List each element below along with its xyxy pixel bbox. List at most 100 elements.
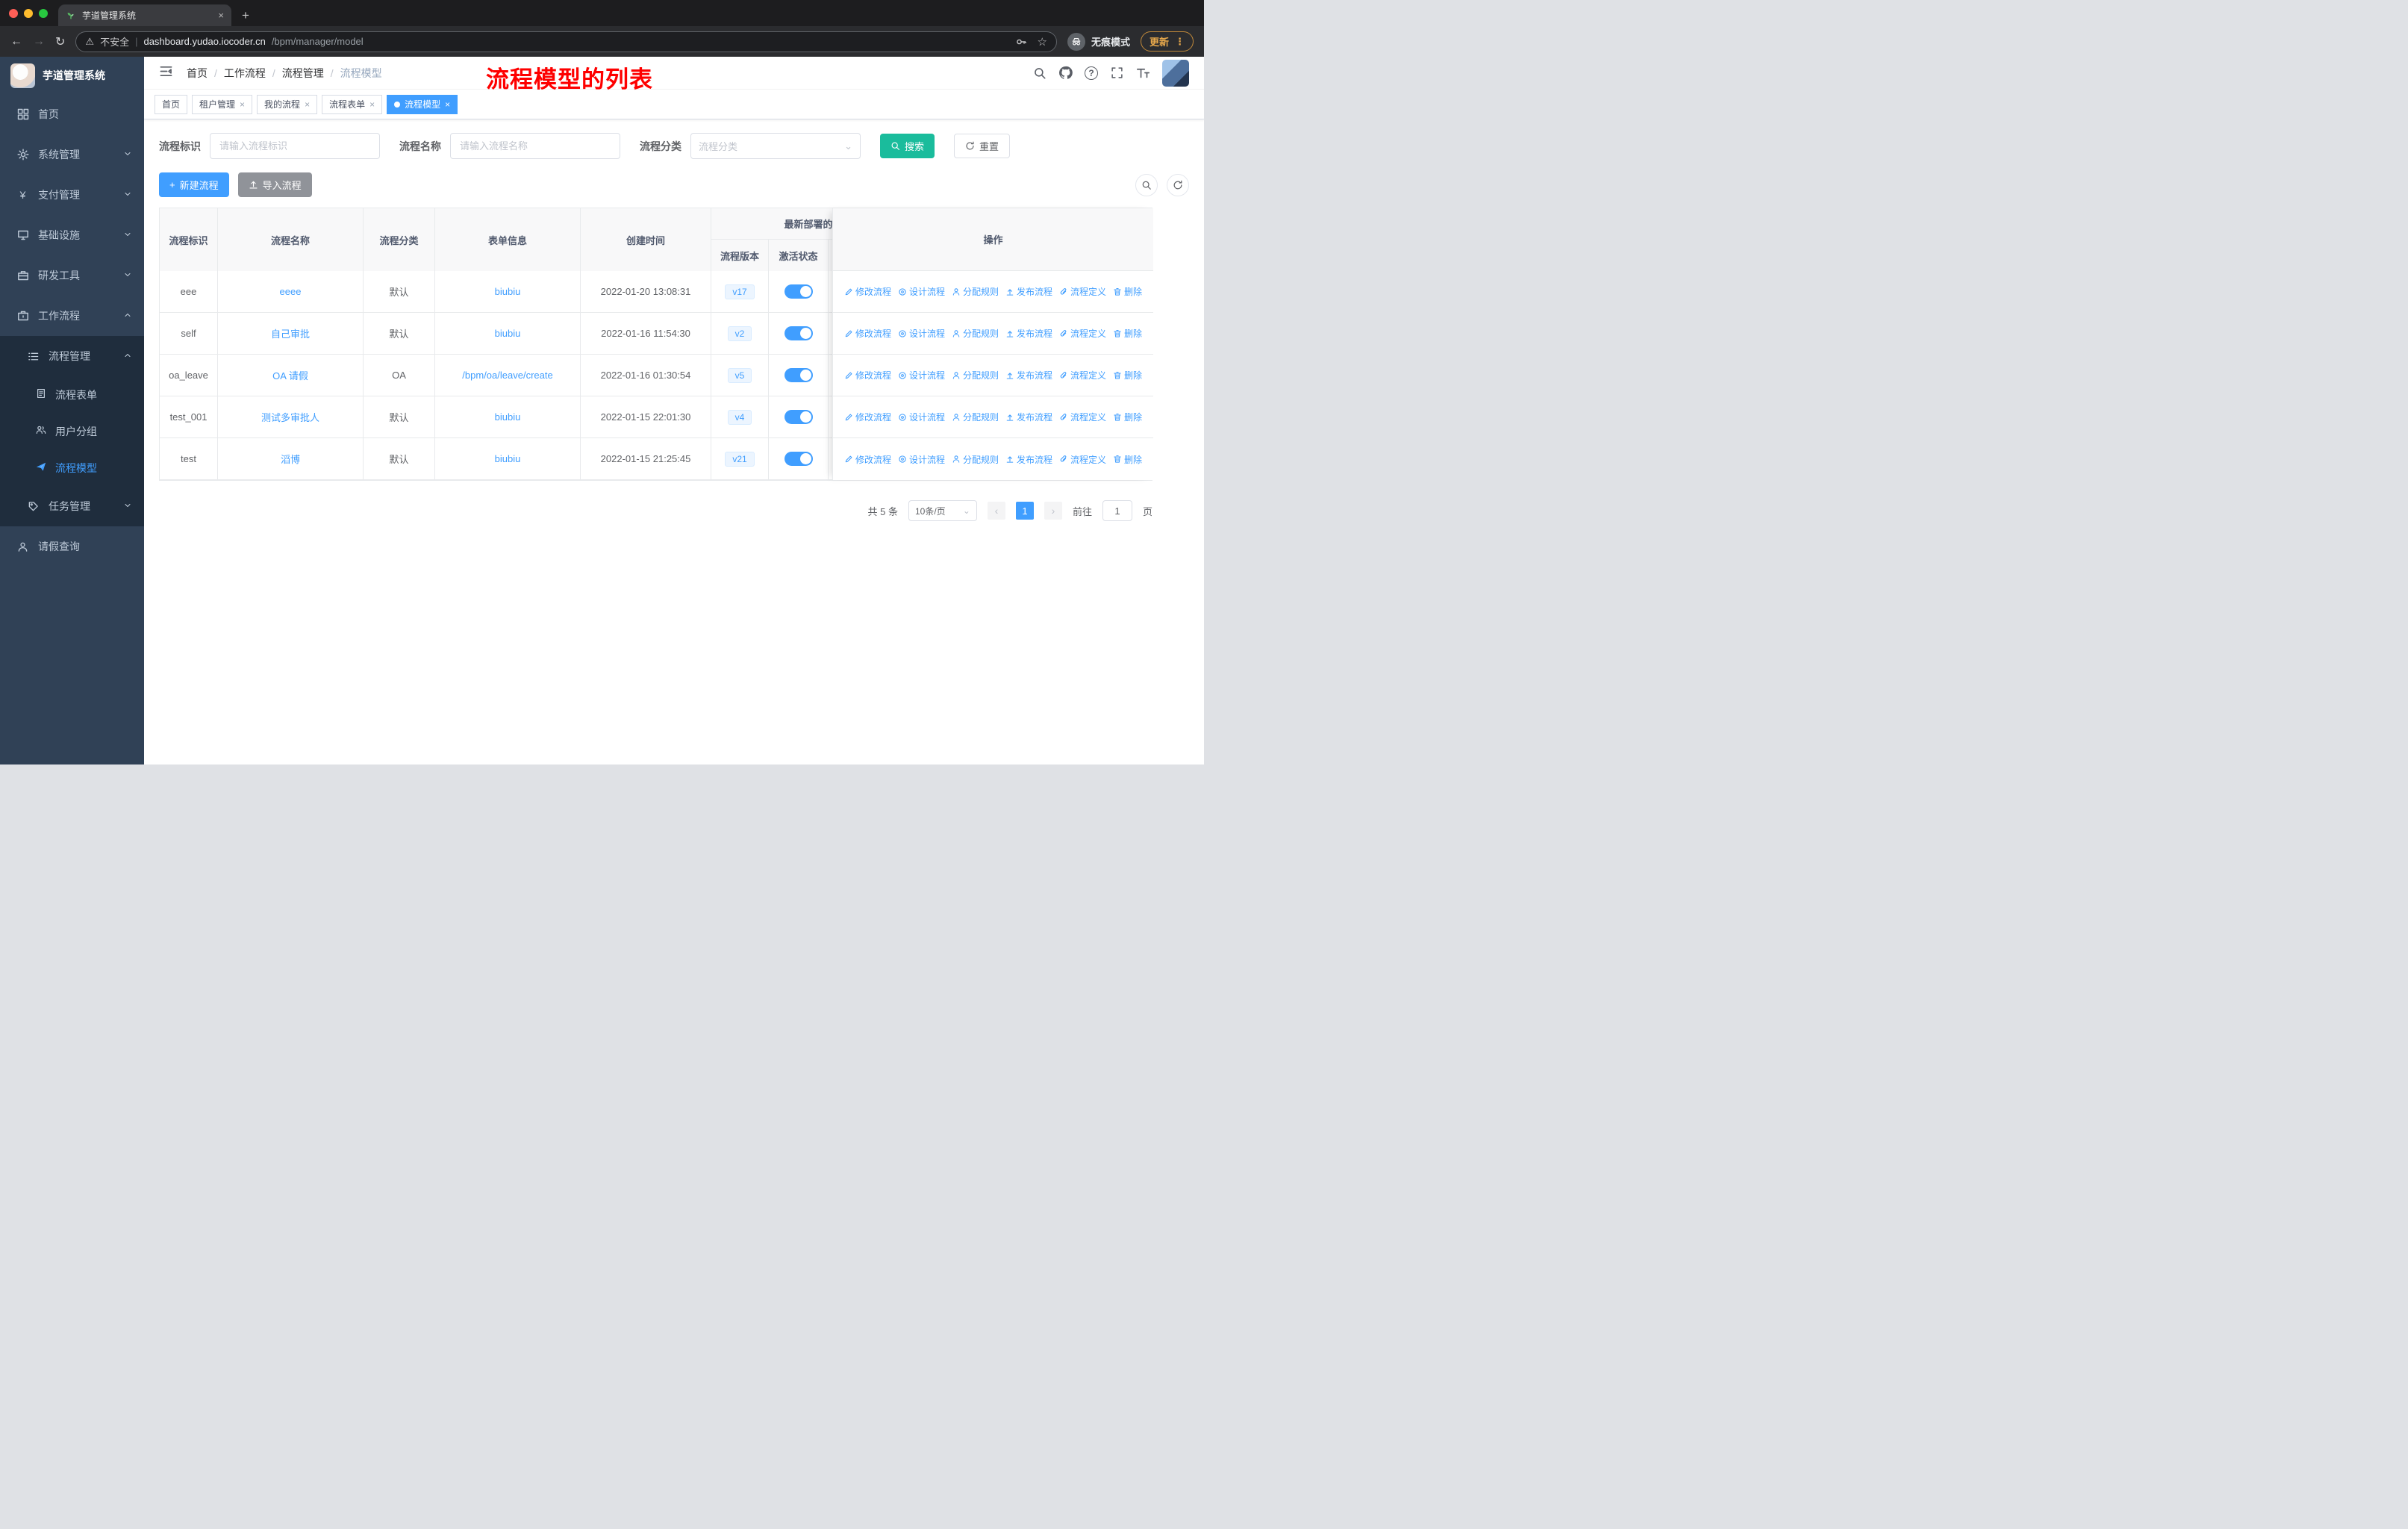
tag-process-form[interactable]: 流程表单 ×: [322, 94, 383, 114]
process-name-link[interactable]: 测试多审批人: [261, 410, 319, 424]
breadcrumb-item[interactable]: 工作流程: [224, 66, 266, 81]
next-page-button[interactable]: ›: [1044, 502, 1062, 520]
process-name-link[interactable]: 滔博: [281, 452, 300, 466]
show-search-icon[interactable]: [1135, 173, 1158, 196]
browser-update-button[interactable]: 更新 ⋮: [1140, 31, 1194, 52]
modify-process-link[interactable]: 修改流程: [844, 285, 891, 298]
process-name-link[interactable]: 自己审批: [271, 326, 310, 340]
publish-process-link[interactable]: 发布流程: [1005, 453, 1052, 466]
zoom-window-button[interactable]: [39, 8, 48, 18]
search-icon[interactable]: [1032, 66, 1047, 80]
page-number-1[interactable]: 1: [1015, 502, 1034, 520]
version-badge[interactable]: v17: [725, 284, 755, 299]
version-badge[interactable]: v4: [727, 409, 752, 425]
process-category-select[interactable]: 流程分类 ⌄: [690, 133, 861, 159]
version-badge[interactable]: v21: [725, 451, 755, 467]
prev-page-button[interactable]: ‹: [987, 502, 1005, 520]
form-info-link[interactable]: biubiu: [495, 411, 521, 423]
close-icon[interactable]: ×: [445, 99, 450, 110]
address-bar[interactable]: ⚠ 不安全 | dashboard.yudao.iocoder.cn/bpm/m…: [75, 31, 1057, 52]
sidebar-item-devtools[interactable]: 研发工具: [0, 255, 144, 296]
process-definition-link[interactable]: 流程定义: [1059, 369, 1106, 382]
tab-close-icon[interactable]: ×: [218, 10, 224, 21]
publish-process-link[interactable]: 发布流程: [1005, 285, 1052, 298]
minimize-window-button[interactable]: [24, 8, 33, 18]
refresh-icon[interactable]: [1167, 173, 1189, 196]
forward-icon[interactable]: →: [33, 35, 45, 49]
user-avatar[interactable]: [1162, 59, 1189, 87]
breadcrumb-item[interactable]: 首页: [187, 66, 208, 81]
active-toggle[interactable]: [784, 452, 813, 466]
process-name-link[interactable]: eeee: [280, 286, 302, 297]
form-info-link[interactable]: /bpm/oa/leave/create: [462, 370, 552, 381]
sidebar-item-infrastructure[interactable]: 基础设施: [0, 215, 144, 255]
publish-process-link[interactable]: 发布流程: [1005, 369, 1052, 382]
modify-process-link[interactable]: 修改流程: [844, 453, 891, 466]
active-toggle[interactable]: [784, 368, 813, 382]
assign-rule-link[interactable]: 分配规则: [952, 411, 999, 423]
modify-process-link[interactable]: 修改流程: [844, 369, 891, 382]
page-size-select[interactable]: 10条/页 ⌄: [908, 500, 977, 521]
sidebar-item-process-management[interactable]: 流程管理: [0, 336, 144, 376]
form-info-link[interactable]: biubiu: [495, 328, 521, 339]
back-icon[interactable]: ←: [10, 35, 22, 49]
delete-link[interactable]: 删除: [1113, 327, 1142, 340]
sidebar-item-workflow[interactable]: 工作流程: [0, 296, 144, 336]
sidebar-item-process-form[interactable]: 流程表单: [0, 376, 144, 413]
design-process-link[interactable]: 设计流程: [898, 285, 945, 298]
sidebar-item-process-model[interactable]: 流程模型: [0, 449, 144, 486]
tag-home[interactable]: 首页: [155, 94, 188, 114]
version-badge[interactable]: v2: [727, 326, 752, 341]
import-process-button[interactable]: 导入流程: [237, 172, 312, 197]
active-toggle[interactable]: [784, 326, 813, 340]
sidebar-item-leave-query[interactable]: 请假查询: [0, 526, 144, 567]
help-icon[interactable]: ?: [1085, 66, 1098, 80]
active-toggle[interactable]: [784, 284, 813, 299]
design-process-link[interactable]: 设计流程: [898, 411, 945, 423]
modify-process-link[interactable]: 修改流程: [844, 327, 891, 340]
publish-process-link[interactable]: 发布流程: [1005, 327, 1052, 340]
reload-icon[interactable]: ↻: [55, 34, 65, 49]
process-definition-link[interactable]: 流程定义: [1059, 327, 1106, 340]
modify-process-link[interactable]: 修改流程: [844, 411, 891, 423]
version-badge[interactable]: v5: [727, 367, 752, 383]
tag-process-model[interactable]: 流程模型 ×: [387, 94, 458, 114]
sidebar-item-payment[interactable]: ¥ 支付管理: [0, 175, 144, 215]
close-window-button[interactable]: [9, 8, 18, 18]
publish-process-link[interactable]: 发布流程: [1005, 411, 1052, 423]
create-process-button[interactable]: + 新建流程: [159, 172, 229, 197]
assign-rule-link[interactable]: 分配规则: [952, 369, 999, 382]
process-definition-link[interactable]: 流程定义: [1059, 285, 1106, 298]
delete-link[interactable]: 删除: [1113, 369, 1142, 382]
breadcrumb-item[interactable]: 流程管理: [282, 66, 324, 81]
font-size-icon[interactable]: [1136, 66, 1150, 80]
design-process-link[interactable]: 设计流程: [898, 327, 945, 340]
new-tab-button[interactable]: +: [242, 8, 249, 23]
sidebar-item-system[interactable]: 系统管理: [0, 134, 144, 175]
goto-page-input[interactable]: [1102, 500, 1132, 521]
github-icon[interactable]: [1058, 66, 1073, 80]
hamburger-icon[interactable]: [159, 64, 173, 82]
reset-button[interactable]: 重置: [954, 134, 1011, 158]
kebab-menu-icon[interactable]: ⋮: [1175, 36, 1185, 48]
form-info-link[interactable]: biubiu: [495, 286, 521, 297]
process-definition-link[interactable]: 流程定义: [1059, 411, 1106, 423]
sidebar-item-home[interactable]: 首页: [0, 94, 144, 134]
form-info-link[interactable]: biubiu: [495, 453, 521, 464]
assign-rule-link[interactable]: 分配规则: [952, 327, 999, 340]
assign-rule-link[interactable]: 分配规则: [952, 285, 999, 298]
close-icon[interactable]: ×: [369, 99, 375, 110]
security-label[interactable]: 不安全: [100, 34, 129, 49]
tag-my-process[interactable]: 我的流程 ×: [257, 94, 318, 114]
process-definition-link[interactable]: 流程定义: [1059, 453, 1106, 466]
sidebar-item-task-management[interactable]: 任务管理: [0, 486, 144, 526]
search-button[interactable]: 搜索: [880, 134, 935, 158]
close-icon[interactable]: ×: [240, 99, 245, 110]
delete-link[interactable]: 删除: [1113, 285, 1142, 298]
fullscreen-icon[interactable]: [1110, 66, 1124, 80]
close-icon[interactable]: ×: [305, 99, 310, 110]
browser-tab[interactable]: 芋道管理系统 ×: [58, 4, 231, 26]
bookmark-star-icon[interactable]: ☆: [1038, 35, 1047, 49]
sidebar-item-user-group[interactable]: 用户分组: [0, 413, 144, 449]
delete-link[interactable]: 删除: [1113, 453, 1142, 466]
